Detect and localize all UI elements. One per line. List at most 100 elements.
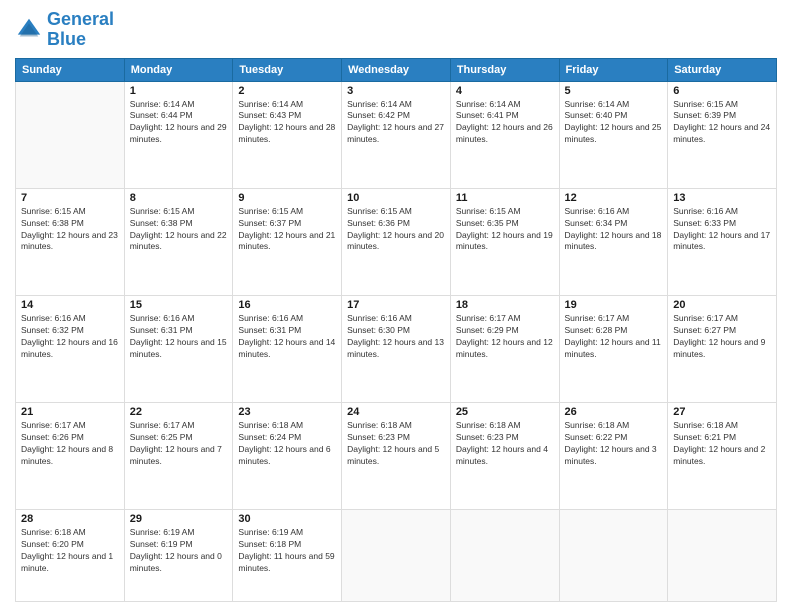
calendar-cell: 12 Sunrise: 6:16 AMSunset: 6:34 PMDayligh… [559, 188, 668, 295]
cell-info: Sunrise: 6:16 AMSunset: 6:32 PMDaylight:… [21, 313, 119, 361]
day-header-friday: Friday [559, 58, 668, 81]
cell-info: Sunrise: 6:14 AMSunset: 6:41 PMDaylight:… [456, 99, 554, 147]
cell-info: Sunrise: 6:14 AMSunset: 6:43 PMDaylight:… [238, 99, 336, 147]
day-header-tuesday: Tuesday [233, 58, 342, 81]
calendar-cell: 21 Sunrise: 6:17 AMSunset: 6:26 PMDayligh… [16, 403, 125, 510]
calendar-cell: 26Sunrise: 6:18 AMSunset: 6:22 PMDayligh… [559, 403, 668, 510]
cell-info: Sunrise: 6:14 AMSunset: 6:44 PMDaylight:… [130, 99, 228, 147]
day-header-monday: Monday [124, 58, 233, 81]
day-number: 21 [21, 406, 119, 418]
day-number: 25 [456, 406, 554, 418]
calendar-cell: 23Sunrise: 6:18 AMSunset: 6:24 PMDayligh… [233, 403, 342, 510]
calendar-cell: 15 Sunrise: 6:16 AMSunset: 6:31 PMDayligh… [124, 296, 233, 403]
cell-info: Sunrise: 6:15 AMSunset: 6:38 PMDaylight:… [130, 206, 228, 254]
calendar-week-3: 14 Sunrise: 6:16 AMSunset: 6:32 PMDayligh… [16, 296, 777, 403]
cell-info: Sunrise: 6:18 AMSunset: 6:23 PMDaylight:… [456, 420, 554, 468]
cell-info: Sunrise: 6:16 AMSunset: 6:31 PMDaylight:… [130, 313, 228, 361]
calendar-week-2: 7 Sunrise: 6:15 AMSunset: 6:38 PMDaylight… [16, 188, 777, 295]
day-number: 3 [347, 85, 445, 97]
cell-info: Sunrise: 6:18 AMSunset: 6:23 PMDaylight:… [347, 420, 445, 468]
cell-info: Sunrise: 6:18 AMSunset: 6:20 PMDaylight:… [21, 527, 119, 575]
day-header-wednesday: Wednesday [342, 58, 451, 81]
calendar-cell: 16Sunrise: 6:16 AMSunset: 6:31 PMDayligh… [233, 296, 342, 403]
day-header-saturday: Saturday [668, 58, 777, 81]
cell-info: Sunrise: 6:15 AMSunset: 6:35 PMDaylight:… [456, 206, 554, 254]
calendar-cell: 4 Sunrise: 6:14 AMSunset: 6:41 PMDaylight… [450, 81, 559, 188]
cell-info: Sunrise: 6:16 AMSunset: 6:30 PMDaylight:… [347, 313, 445, 361]
cell-info: Sunrise: 6:17 AMSunset: 6:26 PMDaylight:… [21, 420, 119, 468]
calendar-cell: 6 Sunrise: 6:15 AMSunset: 6:39 PMDaylight… [668, 81, 777, 188]
day-number: 22 [130, 406, 228, 418]
cell-info: Sunrise: 6:15 AMSunset: 6:37 PMDaylight:… [238, 206, 336, 254]
calendar-week-1: 1 Sunrise: 6:14 AMSunset: 6:44 PMDaylight… [16, 81, 777, 188]
cell-info: Sunrise: 6:14 AMSunset: 6:40 PMDaylight:… [565, 99, 663, 147]
calendar-cell: 5Sunrise: 6:14 AMSunset: 6:40 PMDaylight… [559, 81, 668, 188]
calendar-cell: 20Sunrise: 6:17 AMSunset: 6:27 PMDayligh… [668, 296, 777, 403]
calendar-header-row: SundayMondayTuesdayWednesdayThursdayFrid… [16, 58, 777, 81]
calendar-cell: 3 Sunrise: 6:14 AMSunset: 6:42 PMDaylight… [342, 81, 451, 188]
cell-info: Sunrise: 6:15 AMSunset: 6:39 PMDaylight:… [673, 99, 771, 147]
calendar-cell: 9 Sunrise: 6:15 AMSunset: 6:37 PMDaylight… [233, 188, 342, 295]
calendar-cell: 29 Sunrise: 6:19 AMSunset: 6:19 PMDayligh… [124, 510, 233, 602]
day-number: 15 [130, 299, 228, 311]
cell-info: Sunrise: 6:18 AMSunset: 6:24 PMDaylight:… [238, 420, 336, 468]
calendar-cell: 13 Sunrise: 6:16 AMSunset: 6:33 PMDayligh… [668, 188, 777, 295]
calendar-cell [450, 510, 559, 602]
day-number: 6 [673, 85, 771, 97]
day-number: 28 [21, 513, 119, 525]
day-number: 19 [565, 299, 663, 311]
calendar-cell: 27 Sunrise: 6:18 AMSunset: 6:21 PMDayligh… [668, 403, 777, 510]
day-number: 27 [673, 406, 771, 418]
page: General Blue SundayMondayTuesdayWednesda… [0, 0, 792, 612]
cell-info: Sunrise: 6:19 AMSunset: 6:18 PMDaylight:… [238, 527, 336, 575]
cell-info: Sunrise: 6:16 AMSunset: 6:31 PMDaylight:… [238, 313, 336, 361]
day-number: 29 [130, 513, 228, 525]
calendar-cell: 14 Sunrise: 6:16 AMSunset: 6:32 PMDayligh… [16, 296, 125, 403]
calendar-cell [342, 510, 451, 602]
logo-text: General Blue [47, 10, 114, 50]
cell-info: Sunrise: 6:15 AMSunset: 6:38 PMDaylight:… [21, 206, 119, 254]
cell-info: Sunrise: 6:16 AMSunset: 6:34 PMDaylight:… [565, 206, 663, 254]
day-number: 18 [456, 299, 554, 311]
day-number: 4 [456, 85, 554, 97]
day-number: 11 [456, 192, 554, 204]
cell-info: Sunrise: 6:17 AMSunset: 6:28 PMDaylight:… [565, 313, 663, 361]
header: General Blue [15, 10, 777, 50]
day-number: 30 [238, 513, 336, 525]
cell-info: Sunrise: 6:18 AMSunset: 6:21 PMDaylight:… [673, 420, 771, 468]
calendar-cell: 2 Sunrise: 6:14 AMSunset: 6:43 PMDaylight… [233, 81, 342, 188]
day-number: 24 [347, 406, 445, 418]
cell-info: Sunrise: 6:14 AMSunset: 6:42 PMDaylight:… [347, 99, 445, 147]
calendar-cell: 1 Sunrise: 6:14 AMSunset: 6:44 PMDaylight… [124, 81, 233, 188]
day-number: 17 [347, 299, 445, 311]
day-number: 26 [565, 406, 663, 418]
day-number: 12 [565, 192, 663, 204]
day-number: 7 [21, 192, 119, 204]
day-number: 14 [21, 299, 119, 311]
calendar-cell: 17 Sunrise: 6:16 AMSunset: 6:30 PMDayligh… [342, 296, 451, 403]
calendar-table: SundayMondayTuesdayWednesdayThursdayFrid… [15, 58, 777, 602]
calendar-cell: 10 Sunrise: 6:15 AMSunset: 6:36 PMDayligh… [342, 188, 451, 295]
calendar-cell: 22 Sunrise: 6:17 AMSunset: 6:25 PMDayligh… [124, 403, 233, 510]
logo: General Blue [15, 10, 114, 50]
logo-icon [15, 16, 43, 44]
calendar-cell: 24 Sunrise: 6:18 AMSunset: 6:23 PMDayligh… [342, 403, 451, 510]
day-number: 10 [347, 192, 445, 204]
day-header-sunday: Sunday [16, 58, 125, 81]
cell-info: Sunrise: 6:15 AMSunset: 6:36 PMDaylight:… [347, 206, 445, 254]
cell-info: Sunrise: 6:19 AMSunset: 6:19 PMDaylight:… [130, 527, 228, 575]
day-number: 13 [673, 192, 771, 204]
day-number: 9 [238, 192, 336, 204]
day-number: 2 [238, 85, 336, 97]
calendar-cell: 28 Sunrise: 6:18 AMSunset: 6:20 PMDayligh… [16, 510, 125, 602]
calendar-week-5: 28 Sunrise: 6:18 AMSunset: 6:20 PMDayligh… [16, 510, 777, 602]
day-header-thursday: Thursday [450, 58, 559, 81]
cell-info: Sunrise: 6:17 AMSunset: 6:25 PMDaylight:… [130, 420, 228, 468]
calendar-cell [668, 510, 777, 602]
day-number: 1 [130, 85, 228, 97]
day-number: 20 [673, 299, 771, 311]
calendar-cell [16, 81, 125, 188]
cell-info: Sunrise: 6:16 AMSunset: 6:33 PMDaylight:… [673, 206, 771, 254]
calendar-cell: 18Sunrise: 6:17 AMSunset: 6:29 PMDayligh… [450, 296, 559, 403]
calendar-cell: 25 Sunrise: 6:18 AMSunset: 6:23 PMDayligh… [450, 403, 559, 510]
